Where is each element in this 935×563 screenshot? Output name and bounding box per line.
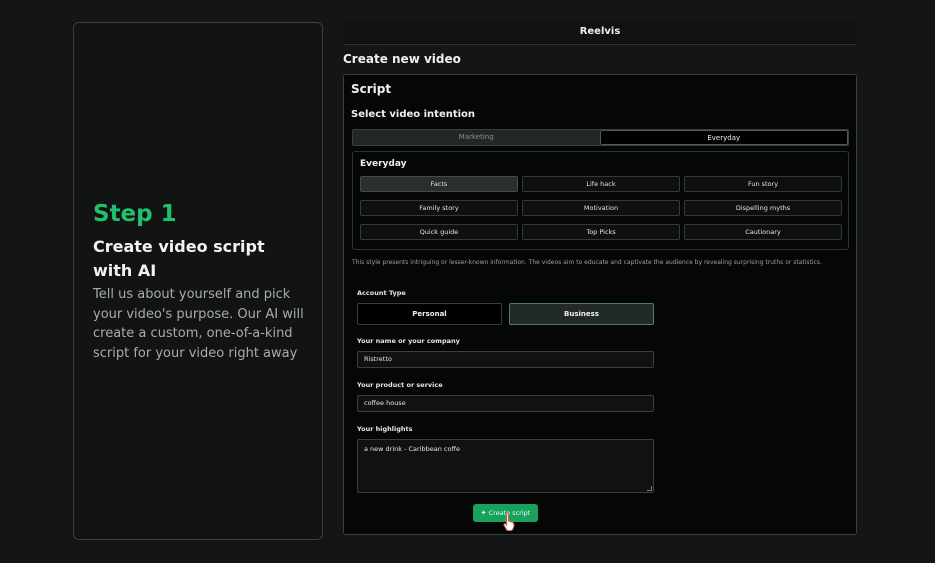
app-header: Reelvis [343, 22, 857, 45]
product-label: Your product or service [357, 381, 443, 389]
step-card: Step 1 Create video script with AI Tell … [73, 22, 323, 540]
style-panel: Everyday Facts Life hack Fun story Famil… [352, 151, 849, 250]
style-description: This style presents intriguing or lesser… [352, 259, 822, 266]
style-motivation-button[interactable]: Motivation [522, 200, 680, 216]
style-facts-button[interactable]: Facts [360, 176, 518, 192]
name-input[interactable]: Ristretto [357, 351, 654, 368]
style-quick-guide-button[interactable]: Quick guide [360, 224, 518, 240]
style-family-story-button[interactable]: Family story [360, 200, 518, 216]
page-title: Create new video [343, 52, 461, 66]
highlights-label: Your highlights [357, 425, 413, 433]
style-cautionary-button[interactable]: Cautionary [684, 224, 842, 240]
style-grid: Facts Life hack Fun story Family story M… [360, 176, 842, 240]
highlights-textarea[interactable]: a new drink - Caribbean coffe [357, 439, 654, 493]
account-personal-button[interactable]: Personal [357, 303, 502, 325]
intention-marketing-tab[interactable]: Marketing [353, 130, 600, 145]
sparkle-icon: ✦ [480, 509, 487, 517]
step-description: Tell us about yourself and pick your vid… [93, 287, 304, 361]
product-input[interactable]: coffee house [357, 395, 654, 412]
name-label: Your name or your company [357, 337, 460, 345]
intention-toggle: Marketing Everyday [352, 129, 849, 146]
account-type-label: Account Type [357, 289, 406, 297]
hand-cursor-icon [503, 512, 515, 532]
step-title: Step 1 [93, 201, 177, 227]
intention-label: Select video intention [351, 109, 476, 120]
resize-grip-icon[interactable] [647, 486, 652, 491]
step-heading: Create video script with AI [93, 237, 265, 280]
style-panel-title: Everyday [360, 159, 407, 169]
script-title: Script [351, 82, 392, 96]
style-dispelling-myths-button[interactable]: Dispelling myths [684, 200, 842, 216]
style-fun-story-button[interactable]: Fun story [684, 176, 842, 192]
highlights-text: a new drink - Caribbean coffe [364, 445, 460, 453]
intention-everyday-tab[interactable]: Everyday [599, 130, 848, 145]
style-life-hack-button[interactable]: Life hack [522, 176, 680, 192]
script-card: Script Select video intention Marketing … [343, 74, 857, 535]
style-top-picks-button[interactable]: Top Picks [522, 224, 680, 240]
account-business-button[interactable]: Business [509, 303, 654, 325]
